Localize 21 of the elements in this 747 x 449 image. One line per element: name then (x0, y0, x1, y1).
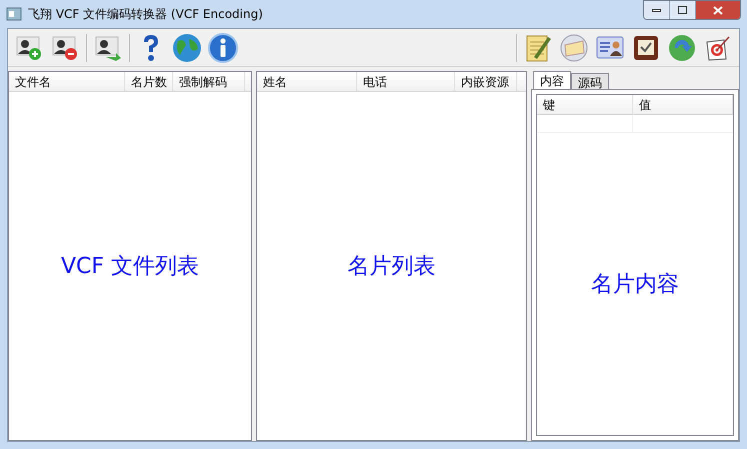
column-header[interactable]: 值 (633, 95, 733, 114)
column-header[interactable]: 名片数 (125, 72, 173, 91)
column-header[interactable]: 姓名 (257, 72, 358, 91)
minimize-button[interactable] (644, 1, 670, 19)
tab[interactable]: 内容 (533, 71, 571, 89)
column-header[interactable]: 内嵌资源 (455, 72, 518, 91)
app-icon (6, 6, 22, 22)
panel-caption: 名片内容 (591, 270, 679, 298)
tab[interactable]: 源码 (571, 73, 609, 89)
info-icon[interactable] (206, 32, 240, 64)
column-header[interactable]: 强制解码 (173, 72, 245, 91)
column-header[interactable]: 键 (537, 95, 633, 114)
globe-icon[interactable] (170, 32, 204, 64)
close-button[interactable] (696, 1, 740, 19)
panel-caption: 名片列表 (348, 252, 436, 280)
maximize-button[interactable] (670, 1, 696, 19)
column-header[interactable]: 电话 (357, 72, 456, 91)
window-title: 飞翔 VCF 文件编码转换器 (VCF Encoding) (28, 6, 263, 23)
column-header[interactable]: 文件名 (9, 72, 125, 91)
panel-caption: VCF 文件列表 (60, 252, 200, 280)
close-icon (713, 6, 723, 14)
